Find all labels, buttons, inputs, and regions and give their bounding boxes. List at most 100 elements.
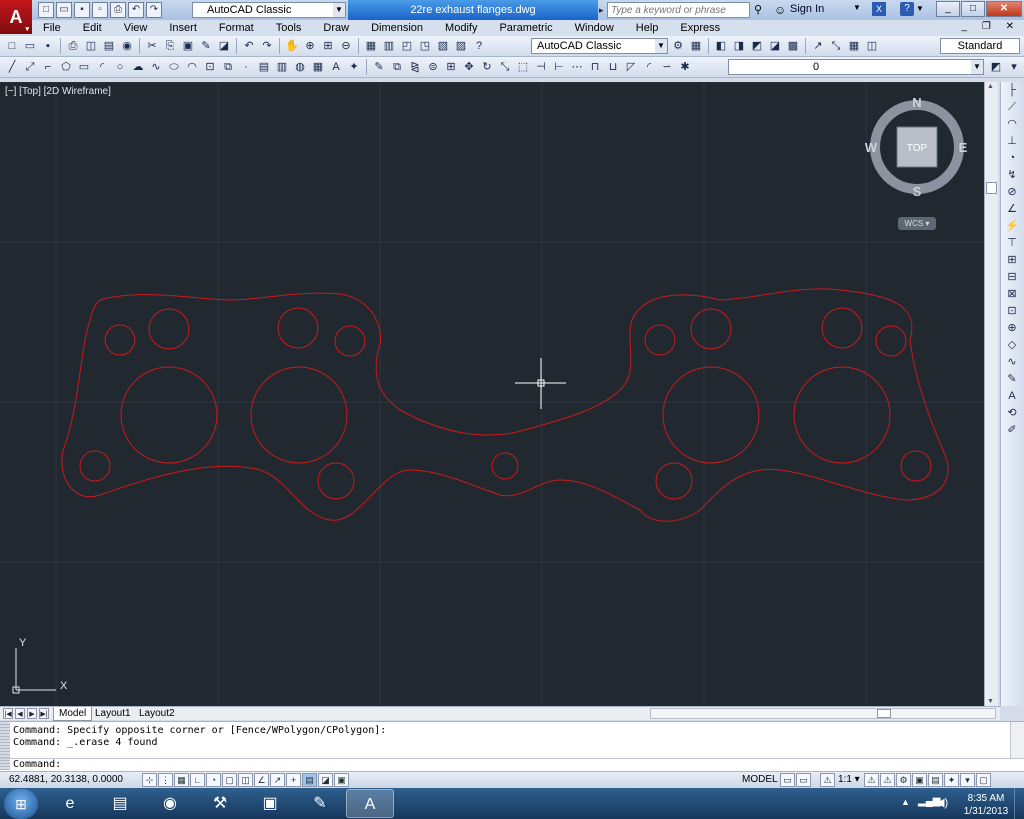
help-search-input[interactable] <box>607 2 750 18</box>
chamfer-icon[interactable]: ◸ <box>623 59 639 75</box>
tab-layout1[interactable]: Layout1 <box>90 707 136 721</box>
model-space-toggle[interactable]: MODEL <box>742 774 778 785</box>
autocad-taskbar-icon[interactable]: A <box>346 789 394 818</box>
annotation-scale[interactable]: 1:1 ▾ <box>838 774 860 785</box>
dimension-text-edit-icon[interactable]: A <box>1001 388 1023 405</box>
annotation-scale-icon[interactable]: ⚠ <box>820 773 835 787</box>
ordinate-icon[interactable]: ⊥ <box>1001 133 1023 150</box>
hardware-acceleration-icon[interactable]: ▤ <box>928 773 943 787</box>
wcs-menu-button[interactable]: WCS ▾ <box>898 217 936 230</box>
baseline-icon[interactable]: ⊤ <box>1001 235 1023 252</box>
arc-length-icon[interactable]: ◠ <box>1001 116 1023 133</box>
bolt-hole[interactable] <box>334 325 366 357</box>
layer-previous-icon[interactable]: ▾ <box>1006 59 1022 75</box>
menu-format[interactable]: Format <box>208 20 265 36</box>
clock-time[interactable]: 8:35 AM <box>962 793 1010 804</box>
dimension-edit-icon[interactable]: ✎ <box>1001 371 1023 388</box>
block-editor-icon[interactable]: ◪ <box>216 38 232 54</box>
bolt-hole[interactable] <box>644 324 676 356</box>
new-icon[interactable]: □ <box>4 38 20 54</box>
blend-curves-icon[interactable]: ∽ <box>659 59 675 75</box>
menu-window[interactable]: Window <box>564 20 625 36</box>
publish-icon[interactable]: ▤ <box>101 38 117 54</box>
menu-tools[interactable]: Tools <box>265 20 313 36</box>
compass-west[interactable]: W <box>865 140 878 155</box>
clean-screen-icon[interactable]: ▢ <box>976 773 991 787</box>
layer-combo[interactable]: 0 ▼ <box>728 59 984 75</box>
grid-display-icon[interactable]: ▦ <box>174 773 189 787</box>
workspace-selector[interactable]: AutoCAD Classic ▼ <box>192 2 346 18</box>
stud-hole[interactable] <box>277 307 319 349</box>
tolerance-icon[interactable]: ⊡ <box>1001 303 1023 320</box>
next-tab-icon[interactable]: ▶ <box>27 708 37 719</box>
dimension-space-icon[interactable]: ⊟ <box>1001 269 1023 286</box>
spline-icon[interactable]: ∿ <box>148 59 164 75</box>
flange-outline[interactable] <box>61 288 949 522</box>
tray-expand-icon[interactable]: ▲ <box>901 797 910 807</box>
calculator-icon[interactable]: ▨ <box>453 38 469 54</box>
line-icon[interactable]: ╱ <box>4 59 20 75</box>
command-scrollbar[interactable] <box>1010 722 1024 758</box>
plot-icon[interactable]: ⎙ <box>65 38 81 54</box>
paint-app-icon[interactable]: ✎ <box>296 789 344 818</box>
binoculars-icon[interactable]: ⚲ <box>754 2 768 18</box>
bolt-hole[interactable] <box>79 450 111 482</box>
text-style-icon[interactable]: ⤡ <box>828 38 844 54</box>
monitor-app-icon[interactable]: ▣ <box>246 789 294 818</box>
construction-line-icon[interactable]: ⤢ <box>22 59 38 75</box>
scroll-down-icon[interactable]: ▼ <box>987 698 994 705</box>
cnc-app-icon[interactable]: ⚒ <box>196 789 244 818</box>
insert-block-icon[interactable]: ⊡ <box>202 59 218 75</box>
workspace-grid-icon[interactable]: ▦ <box>688 38 704 54</box>
erase-icon[interactable]: ✎ <box>371 59 387 75</box>
markup-icon[interactable]: ▧ <box>435 38 451 54</box>
transparency-icon[interactable]: ◪ <box>318 773 333 787</box>
add-selected-icon[interactable]: ✦ <box>346 59 362 75</box>
viewcube[interactable]: TOP N S E W <box>862 92 972 202</box>
scroll-thumb[interactable] <box>986 182 997 194</box>
dimension-update-icon[interactable]: ⟲ <box>1001 405 1023 422</box>
make-block-icon[interactable]: ⧉ <box>220 59 236 75</box>
object-snap-tracking-icon[interactable]: ∠ <box>254 773 269 787</box>
chevron-down-icon[interactable]: ▼ <box>853 3 861 12</box>
status-bar-menu-icon[interactable]: ▾ <box>960 773 975 787</box>
radius-icon[interactable]: ◔ <box>1001 150 1023 167</box>
multiline-text-icon[interactable]: A <box>328 59 344 75</box>
chrome-icon[interactable]: ◉ <box>146 789 194 818</box>
jogged-icon[interactable]: ↯ <box>1001 167 1023 184</box>
cut-icon[interactable]: ✂ <box>144 38 160 54</box>
sheet-set-icon[interactable]: ◳ <box>417 38 433 54</box>
exhaust-flange-drawing[interactable] <box>0 82 984 706</box>
polar-tracking-icon[interactable]: ◔ <box>206 773 221 787</box>
internet-explorer-icon[interactable]: e <box>46 789 94 818</box>
menu-draw[interactable]: Draw <box>312 20 360 36</box>
point-icon[interactable]: · <box>238 59 254 75</box>
search-expand-icon[interactable]: ▸ <box>599 2 607 18</box>
bolt-hole[interactable] <box>900 450 932 482</box>
compass-north[interactable]: N <box>912 95 921 110</box>
command-input[interactable]: Command: <box>0 758 1024 772</box>
horizontal-scrollbar[interactable] <box>650 708 996 719</box>
prev-tab-icon[interactable]: ◀ <box>15 708 25 719</box>
open-icon[interactable]: ▭ <box>22 38 38 54</box>
bolt-hole[interactable] <box>491 452 519 480</box>
file-explorer-icon[interactable]: ▤ <box>96 789 144 818</box>
3d-print-icon[interactable]: ◉ <box>119 38 135 54</box>
menu-insert[interactable]: Insert <box>158 20 208 36</box>
save-icon[interactable]: ▪ <box>74 2 90 18</box>
chevron-down-icon[interactable]: ▼ <box>333 3 345 17</box>
infer-constraints-icon[interactable]: ⊹ <box>142 773 157 787</box>
menu-view[interactable]: View <box>113 20 159 36</box>
maximize-button[interactable]: □ <box>961 1 985 17</box>
paste-icon[interactable]: ▣ <box>180 38 196 54</box>
first-tab-icon[interactable]: |◀ <box>3 708 13 719</box>
tab-layout2[interactable]: Layout2 <box>134 707 180 721</box>
plot-preview-icon[interactable]: ◫ <box>83 38 99 54</box>
lock-ui-icon[interactable]: ▣ <box>912 773 927 787</box>
snap-mode-icon[interactable]: ⋮ <box>158 773 173 787</box>
last-tab-icon[interactable]: ▶| <box>39 708 49 719</box>
stud-hole[interactable] <box>148 308 190 350</box>
clock-date[interactable]: 1/31/2013 <box>958 806 1014 817</box>
quick-properties-icon[interactable]: ▣ <box>334 773 349 787</box>
zoom-realtime-icon[interactable]: ⊕ <box>302 38 318 54</box>
